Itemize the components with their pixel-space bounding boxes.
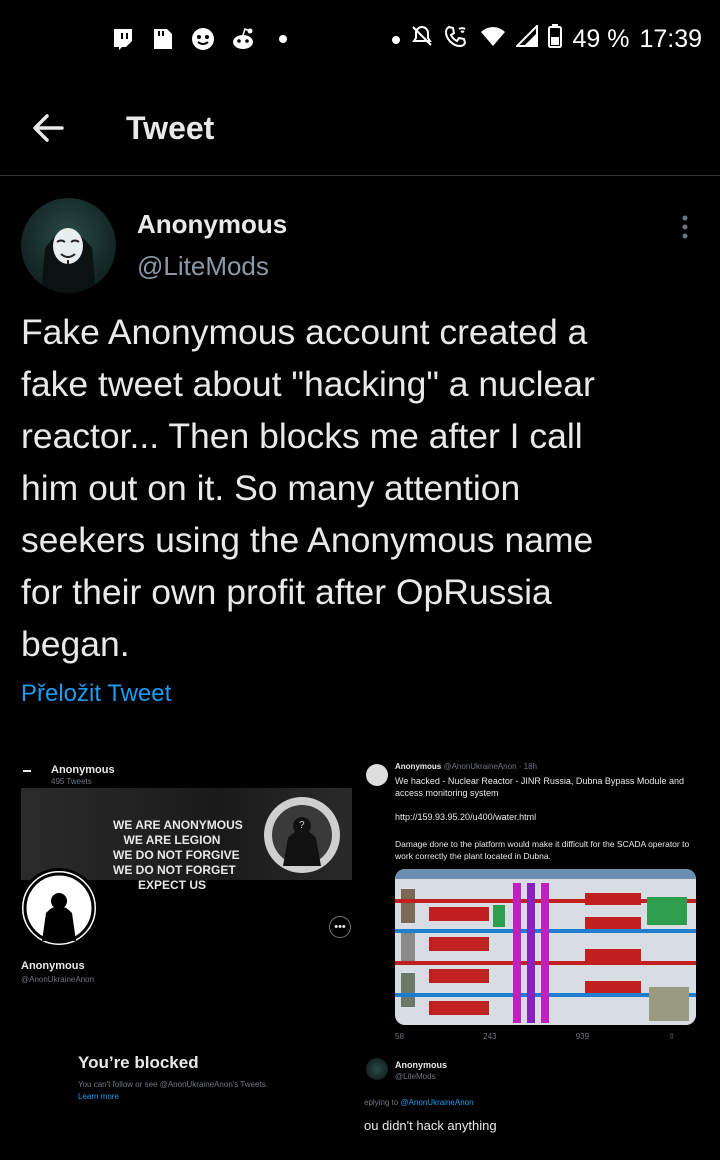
back-arrow-icon: [23, 770, 31, 772]
banner-line: WE ARE LEGION: [123, 833, 221, 847]
scada-screenshot: [395, 869, 696, 1025]
screenshot-profile-sub: 495 Tweets: [51, 777, 92, 786]
anonymous-emblem-icon: ?: [261, 794, 343, 876]
more-options-icon: •••: [329, 916, 351, 938]
learn-more-link: Learn more: [78, 1092, 119, 1101]
status-dot: [392, 35, 401, 44]
blocked-profile-avatar: [21, 868, 99, 948]
blocked-profile-name: Anonymous: [21, 960, 85, 972]
blocked-profile-handle: @AnonUkraineAnon: [21, 975, 95, 984]
reply-count: 58: [395, 1032, 404, 1041]
more-options-icon[interactable]: [678, 214, 692, 240]
reddit-icon: [230, 26, 256, 52]
svg-text:?: ?: [299, 820, 305, 831]
top-app-bar: Tweet: [0, 82, 720, 176]
media-image-blocked-profile[interactable]: Anonymous 495 Tweets WE ARE ANONYMOUS WE…: [21, 756, 358, 1144]
share-icon: ⇧: [668, 1032, 675, 1041]
more-notifications-dot: [270, 26, 296, 52]
replying-prefix: eplying to: [364, 1098, 399, 1107]
wifi-icon: [480, 25, 506, 54]
fake-tweet-text: We hacked - Nuclear Reactor - JINR Russi…: [395, 776, 684, 798]
avatar: [366, 764, 388, 786]
avatar[interactable]: [21, 198, 116, 293]
blocked-subtitle: You can't follow or see @AnonUkraineAnon…: [78, 1080, 268, 1089]
fake-tweet-text-2: Damage done to the platform would make i…: [395, 839, 690, 861]
blocked-title: You’re blocked: [78, 1053, 199, 1072]
replying-to-handle: @AnonUkraineAnon: [400, 1098, 474, 1107]
fake-tweet-url: http://159.93.95.20/u400/water.html: [395, 812, 537, 822]
fake-tweet-header: Anonymous @AnonUkraineAnon · 18h: [395, 762, 537, 771]
retweet-count: 243: [483, 1032, 497, 1041]
replying-to: eplying to @AnonUkraineAnon: [364, 1098, 474, 1107]
banner-text: WE ARE ANONYMOUS WE ARE LEGION WE DO NOT…: [113, 818, 243, 893]
face-icon: [190, 26, 216, 52]
wifi-call-icon: [444, 24, 470, 55]
battery-percent: 49 %: [572, 25, 630, 53]
mute-icon: [410, 24, 434, 55]
media-image-fake-tweet[interactable]: Anonymous @AnonUkraineAnon · 18h We hack…: [364, 756, 700, 1144]
screenshot-profile-name: Anonymous: [51, 764, 115, 776]
system-icons: 49 % 17:39: [392, 23, 702, 55]
banner-line: EXPECT US: [137, 878, 206, 892]
status-bar: 49 % 17:39: [0, 0, 720, 82]
banner-line: WE DO NOT FORGET: [113, 863, 236, 877]
tweet-media[interactable]: Anonymous 495 Tweets WE ARE ANONYMOUS WE…: [21, 756, 700, 1144]
reply-author-handle: @LiteMods: [395, 1072, 436, 1081]
fake-tweet-name: Anonymous: [395, 762, 442, 771]
profile-banner: WE ARE ANONYMOUS WE ARE LEGION WE DO NOT…: [21, 788, 352, 892]
signal-icon: [515, 23, 539, 54]
twitch-icon: [110, 26, 136, 52]
author-handle[interactable]: @LiteMods: [137, 251, 269, 282]
banner-line: WE ARE ANONYMOUS: [113, 818, 243, 832]
avatar: [366, 1058, 388, 1080]
translate-tweet-link[interactable]: Přeložit Tweet: [21, 680, 171, 708]
banner-line: WE DO NOT FORGIVE: [113, 848, 240, 862]
like-count: 939: [575, 1032, 590, 1041]
sd-card-icon: [150, 26, 176, 52]
battery-icon: [548, 24, 563, 55]
tweet-text: Fake Anonymous account created a fake tw…: [21, 312, 595, 664]
reply-author-name: Anonymous: [395, 1060, 448, 1070]
author-name[interactable]: Anonymous: [137, 209, 287, 240]
fake-tweet-actions: 58 243 939 ⇧: [395, 1032, 675, 1041]
clock: 17:39: [639, 25, 702, 53]
fake-tweet-meta: @AnonUkraineAnon · 18h: [443, 762, 537, 771]
notification-icons: [110, 26, 296, 52]
reply-text: ou didn't hack anything: [364, 1118, 497, 1133]
back-arrow-icon[interactable]: [28, 108, 68, 148]
page-title: Tweet: [126, 110, 215, 146]
